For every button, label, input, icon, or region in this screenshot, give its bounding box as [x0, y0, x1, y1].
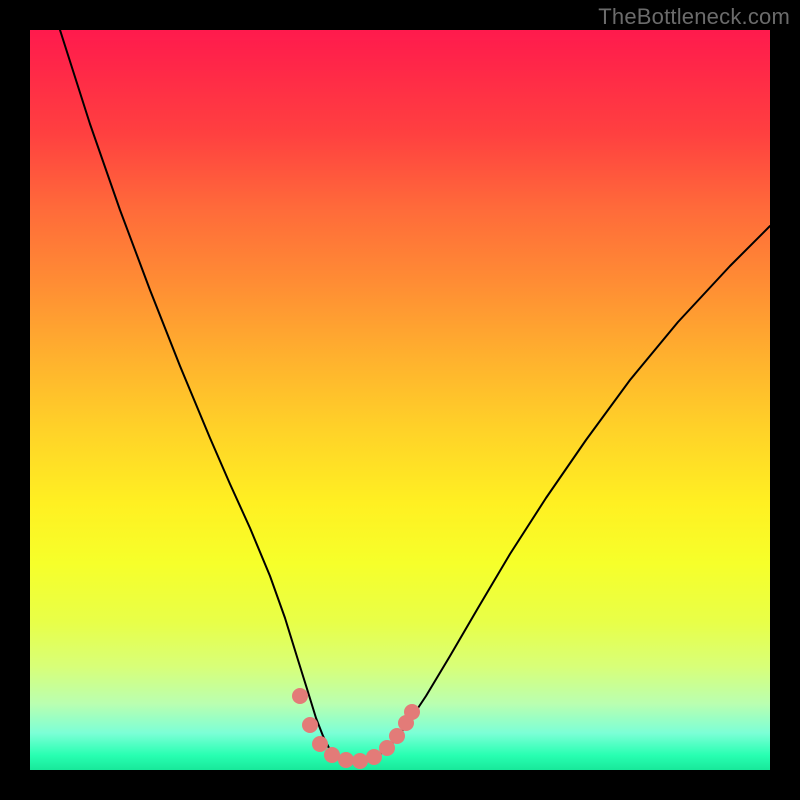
valley-dot — [338, 752, 354, 768]
curve-group — [60, 30, 770, 762]
plot-area — [30, 30, 770, 770]
attribution-text: TheBottleneck.com — [598, 4, 790, 30]
chart-stage: TheBottleneck.com — [0, 0, 800, 800]
valley-dot — [324, 747, 340, 763]
curve-svg — [30, 30, 770, 770]
curve-right-branch — [378, 226, 770, 756]
valley-dot — [352, 753, 368, 769]
valley-dot — [389, 728, 405, 744]
valley-dot — [312, 736, 328, 752]
valley-dot — [404, 704, 420, 720]
curve-left-branch — [60, 30, 334, 755]
valley-dot — [292, 688, 308, 704]
valley-dot — [302, 717, 318, 733]
valley-dot — [366, 749, 382, 765]
